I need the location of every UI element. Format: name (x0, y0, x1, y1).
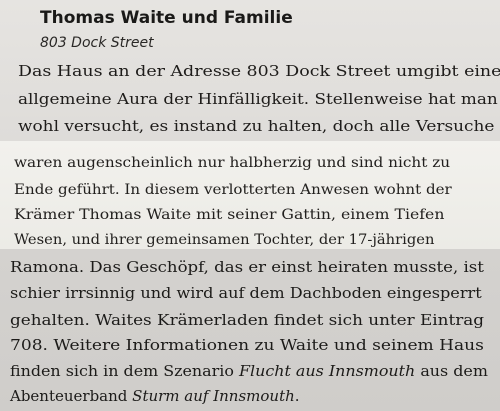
body-line: Ramona. Das Geschöpf, das er einst heira… (10, 258, 484, 276)
entry-address: 803 Dock Street (40, 35, 154, 51)
body-text: finden sich in dem Szenario (10, 362, 239, 380)
body-line: Ende geführt. In diesem verlotterten Anw… (14, 182, 452, 198)
body-line: Wesen, und ihrer gemeinsamen Tochter, de… (14, 232, 435, 248)
body-line: gehalten. Waites Krämerladen findet sich… (10, 311, 485, 329)
body-text: Abenteuerband (10, 387, 133, 405)
body-line: waren augenscheinlich nur halbherzig und… (14, 155, 451, 171)
scenario-title: Flucht aus Innsmouth (238, 362, 416, 380)
body-line: wohl versucht, es instand zu halten, doc… (18, 117, 495, 135)
body-text: . (294, 387, 300, 405)
body-line: Das Haus an der Adresse 803 Dock Street … (18, 62, 500, 80)
body-line: Abenteuerband Sturm auf Innsmouth. (10, 386, 300, 406)
body-text: aus dem (415, 362, 488, 380)
body-line: allgemeine Aura der Hinfälligkeit. Stell… (18, 90, 498, 108)
body-line: schier irrsinnig und wird auf dem Dachbo… (10, 284, 482, 302)
body-line: finden sich in dem Szenario Flucht aus I… (10, 361, 488, 381)
body-line: 708. Weitere Informationen zu Waite und … (10, 336, 484, 354)
book-title: Sturm auf Innsmouth (132, 387, 295, 405)
body-line: Krämer Thomas Waite mit seiner Gattin, e… (14, 207, 445, 223)
entry-title: Thomas Waite und Familie (40, 8, 293, 28)
